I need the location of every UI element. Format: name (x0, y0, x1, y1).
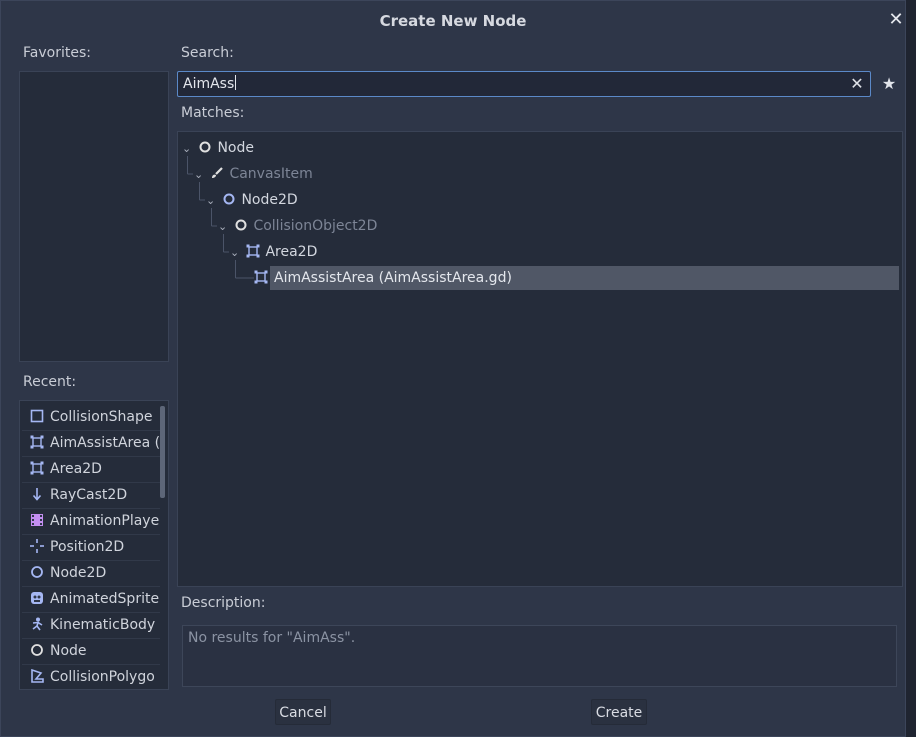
area2d-icon (30, 435, 44, 449)
tree-item-node[interactable]: ⌄ Node (182, 136, 254, 160)
recent-item[interactable]: Node (22, 639, 160, 663)
close-icon[interactable]: ✕ (886, 10, 906, 30)
matches-tree[interactable]: ⌄ Node ⌄ CanvasItem ⌄ Node2D ⌄ Collision… (177, 131, 903, 587)
search-label: Search: (181, 45, 234, 61)
recent-item[interactable]: CollisionPolygo (22, 665, 160, 689)
area2d-icon (254, 270, 268, 284)
tree-item-node2d[interactable]: ⌄ Node2D (206, 188, 298, 212)
search-input-value: AimAss (183, 76, 235, 92)
node-icon (235, 219, 247, 231)
recent-item[interactable]: AnimationPlaye (22, 509, 160, 533)
recent-label: Recent: (23, 374, 77, 390)
chevron-down-icon[interactable]: ⌄ (218, 215, 228, 239)
chevron-down-icon[interactable]: ⌄ (206, 189, 216, 213)
description-text: No results for "AimAss". (188, 630, 356, 646)
kinematic-body-icon (32, 617, 43, 631)
tree-item-label: AimAssistArea (AimAssistArea.gd) (274, 270, 512, 286)
tree-item-area2d[interactable]: ⌄ Area2D (230, 240, 317, 264)
node2d-icon (31, 566, 43, 578)
recent-list[interactable]: CollisionShape AimAssistArea ( Area2D Ra… (19, 400, 169, 690)
node2d-icon (223, 193, 235, 205)
recent-scrollbar[interactable] (160, 406, 165, 498)
recent-item-label: AnimatedSprite (50, 591, 160, 607)
text-caret (235, 75, 237, 90)
recent-item[interactable]: Node2D (22, 561, 160, 585)
recent-item-label: AimAssistArea ( (50, 435, 160, 451)
animated-sprite-icon (31, 592, 43, 604)
recent-item[interactable]: RayCast2D (22, 483, 160, 507)
matches-label: Matches: (181, 105, 245, 121)
recent-item-label: Node (50, 643, 87, 659)
node-icon (31, 644, 43, 656)
description-label: Description: (181, 595, 266, 611)
star-icon[interactable]: ★ (880, 73, 898, 95)
recent-item[interactable]: Position2D (22, 535, 160, 559)
collision-polygon-icon (31, 669, 44, 683)
node-icon (199, 141, 211, 153)
background-editor-right (906, 0, 916, 737)
favorites-label: Favorites: (23, 45, 91, 61)
tree-item-label: Node2D (241, 192, 298, 208)
collision-shape-icon (30, 409, 44, 423)
recent-item[interactable]: AnimatedSprite (22, 587, 160, 611)
recent-item-label: KinematicBody (50, 617, 156, 633)
chevron-down-icon[interactable]: ⌄ (230, 241, 240, 265)
favorites-list[interactable] (19, 71, 169, 362)
recent-item[interactable]: AimAssistArea ( (22, 431, 160, 455)
description-box: No results for "AimAss". (182, 625, 897, 687)
recent-item[interactable]: Area2D (22, 457, 160, 481)
animation-player-icon (31, 514, 43, 526)
tree-item-label: CanvasItem (229, 166, 313, 182)
raycast-icon (32, 488, 42, 501)
recent-item-label: Area2D (50, 461, 102, 477)
recent-item-label: Position2D (50, 539, 125, 555)
recent-item-label: Node2D (50, 565, 107, 581)
chevron-down-icon[interactable]: ⌄ (194, 163, 204, 187)
area2d-icon (30, 461, 44, 475)
recent-item[interactable]: CollisionShape (22, 405, 160, 429)
cancel-button[interactable]: Cancel (275, 699, 331, 725)
recent-item[interactable]: KinematicBody (22, 613, 160, 637)
tree-item-label: Node (217, 140, 254, 156)
recent-item-label: CollisionPolygo (50, 669, 155, 685)
recent-item-label: AnimationPlaye (50, 513, 160, 529)
tree-item-canvasitem[interactable]: ⌄ CanvasItem (194, 162, 313, 186)
search-input[interactable]: AimAss ✕ (177, 71, 871, 97)
tree-item-label: CollisionObject2D (253, 218, 378, 234)
dialog-title: Create New Node (379, 12, 527, 30)
selected-row[interactable]: AimAssistArea (AimAssistArea.gd) (270, 266, 899, 290)
recent-item-label: RayCast2D (50, 487, 128, 503)
position2d-icon (30, 539, 44, 553)
tree-item-aimassistarea[interactable] (254, 266, 270, 290)
tree-item-collisionobject2d[interactable]: ⌄ CollisionObject2D (218, 214, 377, 238)
clear-icon[interactable]: ✕ (847, 73, 867, 95)
chevron-down-icon[interactable]: ⌄ (182, 137, 192, 161)
tree-item-label: Area2D (265, 244, 318, 260)
recent-item-label: CollisionShape (50, 409, 153, 425)
create-button[interactable]: Create (591, 699, 647, 725)
brush-icon (212, 167, 224, 178)
area2d-icon (246, 244, 260, 258)
